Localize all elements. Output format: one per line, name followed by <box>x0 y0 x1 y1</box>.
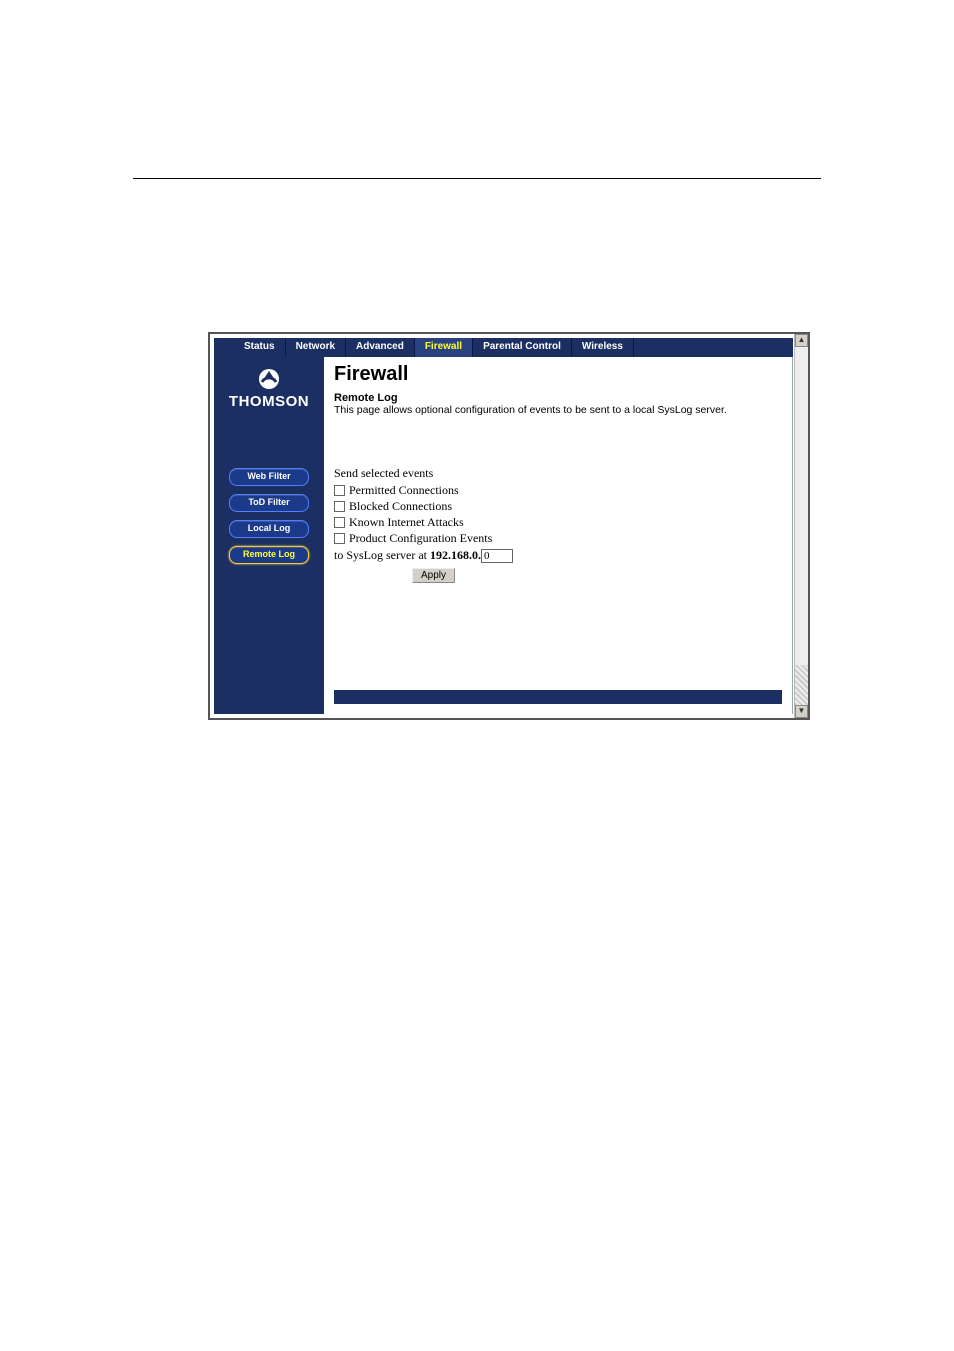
footer-bar <box>334 690 782 704</box>
scroll-down-button[interactable]: ▼ <box>795 705 808 718</box>
top-tabs: Status Network Advanced Firewall Parenta… <box>214 338 793 357</box>
sidebar: THOMSON Web Filter ToD Filter Local Log … <box>214 357 324 714</box>
page-divider <box>133 178 821 179</box>
sidebar-item-web-filter[interactable]: Web Filter <box>229 468 309 486</box>
checkbox-label: Permitted Connections <box>349 483 459 498</box>
brand-logo-icon <box>257 367 281 391</box>
remote-log-form: Send selected events Permitted Connectio… <box>334 466 782 583</box>
brand-name: THOMSON <box>229 393 309 410</box>
checkbox-blocked-connections[interactable] <box>334 501 345 512</box>
content-area: Firewall Remote Log This page allows opt… <box>324 357 793 714</box>
server-ip-fixed: 192.168.0. <box>430 548 481 562</box>
side-nav: Web Filter ToD Filter Local Log Remote L… <box>214 468 324 564</box>
router-admin-window: ▲ ▼ Status Network Advanced Firewall Par… <box>208 332 810 720</box>
checkbox-product-configuration-events[interactable] <box>334 533 345 544</box>
server-prefix-text: to SysLog server at <box>334 548 430 562</box>
tab-network[interactable]: Network <box>286 338 346 357</box>
checkbox-label: Known Internet Attacks <box>349 515 464 530</box>
window-scrollbar[interactable]: ▲ ▼ <box>794 334 808 718</box>
page-description: This page allows optional configuration … <box>334 404 782 416</box>
tab-firewall[interactable]: Firewall <box>415 338 473 357</box>
scroll-up-button[interactable]: ▲ <box>795 334 808 347</box>
sidebar-item-tod-filter[interactable]: ToD Filter <box>229 494 309 512</box>
syslog-server-row: to SysLog server at 192.168.0.0 <box>334 548 782 563</box>
tab-status[interactable]: Status <box>234 338 286 357</box>
scroll-hatch <box>795 665 808 705</box>
checkbox-known-internet-attacks[interactable] <box>334 517 345 528</box>
option-known-internet-attacks: Known Internet Attacks <box>334 515 782 530</box>
tab-advanced[interactable]: Advanced <box>346 338 415 357</box>
page-subtitle: Remote Log <box>334 392 782 404</box>
checkbox-label: Product Configuration Events <box>349 531 492 546</box>
page-title: Firewall <box>334 363 782 386</box>
sidebar-item-remote-log[interactable]: Remote Log <box>229 546 309 564</box>
option-blocked-connections: Blocked Connections <box>334 499 782 514</box>
option-permitted-connections: Permitted Connections <box>334 483 782 498</box>
sidebar-item-local-log[interactable]: Local Log <box>229 520 309 538</box>
syslog-ip-last-octet-input[interactable]: 0 <box>481 549 513 563</box>
checkbox-label: Blocked Connections <box>349 499 452 514</box>
checkbox-permitted-connections[interactable] <box>334 485 345 496</box>
form-lead-text: Send selected events <box>334 466 782 481</box>
scroll-track[interactable] <box>795 347 808 665</box>
option-product-configuration-events: Product Configuration Events <box>334 531 782 546</box>
tab-parental-control[interactable]: Parental Control <box>473 338 572 357</box>
tab-wireless[interactable]: Wireless <box>572 338 634 357</box>
apply-button[interactable]: Apply <box>412 568 455 583</box>
